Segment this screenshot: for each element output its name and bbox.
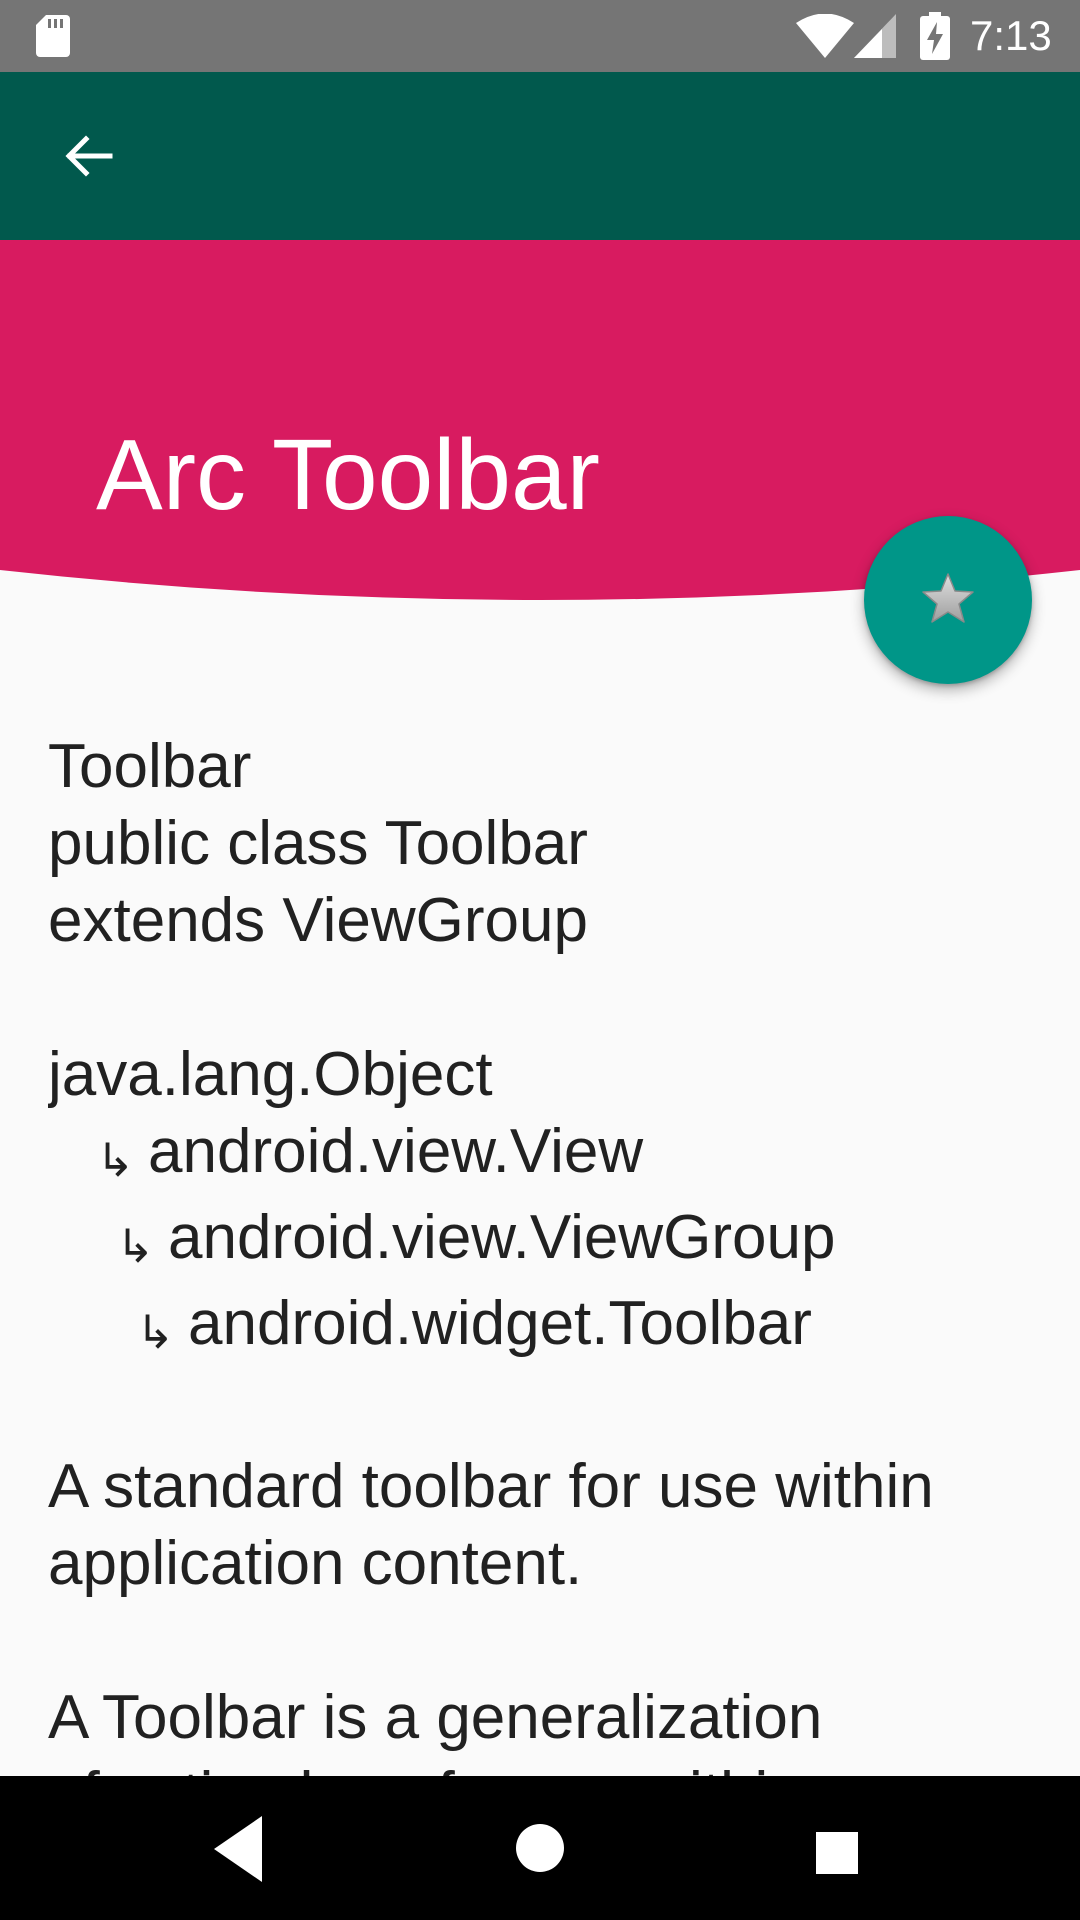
hierarchy-item: java.lang.Object xyxy=(48,1036,1038,1113)
sd-card-icon xyxy=(36,15,70,57)
nav-back-icon[interactable] xyxy=(208,1812,282,1886)
description-line: A Toolbar is a generalization xyxy=(48,1683,823,1752)
hierarchy-arrow: ↳ xyxy=(96,1134,135,1186)
hierarchy-item: ↳ android.view.ViewGroup xyxy=(48,1199,1038,1285)
hierarchy-name: android.view.View xyxy=(148,1117,644,1186)
description-line: of action bars for use within xyxy=(48,1756,1038,1776)
content-text: Toolbar public class Toolbar extends Vie… xyxy=(48,728,1038,1776)
star-icon xyxy=(922,573,974,623)
wifi-icon xyxy=(796,14,854,58)
hierarchy-arrow: ↳ xyxy=(116,1220,155,1272)
navigation-bar xyxy=(0,1776,1080,1920)
screen: 7:13 Arc Toolbar Toolbar public class To… xyxy=(0,0,1080,1920)
status-time: 7:13 xyxy=(970,12,1052,59)
cell-signal-icon xyxy=(854,14,896,58)
battery-charging-icon xyxy=(920,12,950,60)
hierarchy-item: ↳ android.view.View xyxy=(48,1113,1038,1199)
arrow-back-icon xyxy=(65,135,113,177)
class-extends: extends ViewGroup xyxy=(48,886,588,955)
status-bar: 7:13 xyxy=(0,0,1080,72)
nav-home-icon[interactable] xyxy=(500,1808,580,1888)
header-title: Arc Toolbar xyxy=(96,419,600,531)
hierarchy-item: ↳ android.widget.Toolbar xyxy=(48,1285,1038,1371)
hierarchy-name: android.view.ViewGroup xyxy=(168,1203,836,1272)
hierarchy-arrow: ↳ xyxy=(136,1306,175,1358)
nav-recents-icon[interactable] xyxy=(796,1812,876,1892)
description-line: A standard toolbar for use within xyxy=(48,1452,934,1521)
description-line: application content. xyxy=(48,1529,583,1598)
hierarchy-name: android.widget.Toolbar xyxy=(188,1289,812,1358)
back-button[interactable] xyxy=(44,112,132,200)
favorite-fab[interactable] xyxy=(864,516,1032,684)
class-declaration: public class Toolbar xyxy=(48,809,588,878)
hierarchy-name: java.lang.Object xyxy=(48,1040,493,1109)
content-heading: Toolbar xyxy=(48,732,252,801)
action-bar xyxy=(0,72,1080,240)
